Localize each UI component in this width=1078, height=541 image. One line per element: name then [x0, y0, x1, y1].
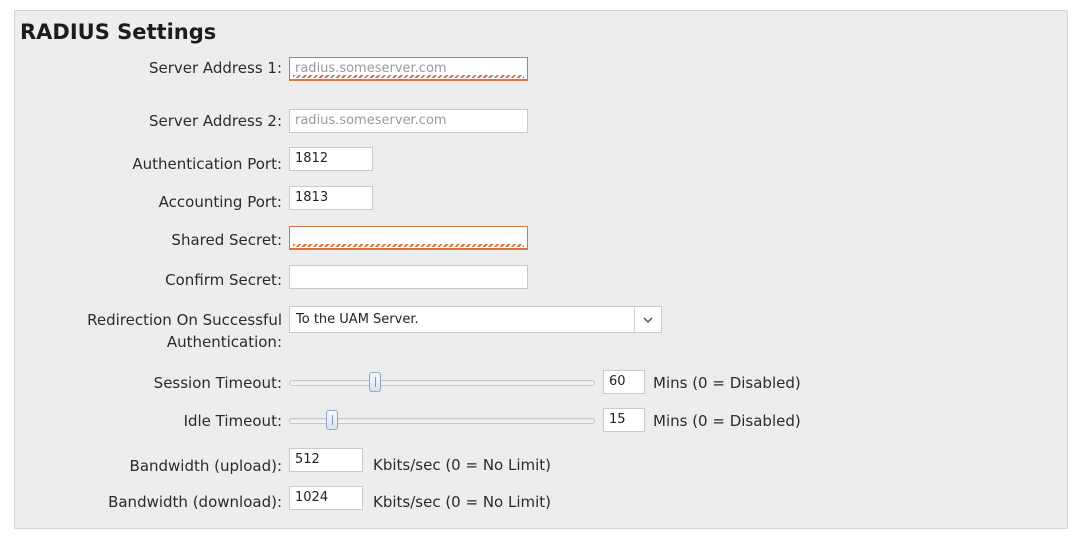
- session-timeout-unit: Mins (0 = Disabled): [653, 374, 801, 392]
- bandwidth-download-label: Bandwidth (download):: [108, 493, 282, 511]
- confirm-secret-label: Confirm Secret:: [165, 271, 282, 289]
- redirection-label-line2: Authentication:: [166, 333, 282, 351]
- session-timeout-slider-track[interactable]: [289, 380, 595, 386]
- bandwidth-upload-label: Bandwidth (upload):: [129, 457, 282, 475]
- redirection-label: Redirection On Successful Authentication…: [22, 309, 282, 353]
- authentication-port-input[interactable]: 1812: [289, 147, 373, 171]
- redirection-selected-value: To the UAM Server.: [296, 312, 419, 327]
- redirection-label-line1: Redirection On Successful: [87, 311, 282, 329]
- accounting-port-input[interactable]: 1813: [289, 186, 373, 210]
- session-timeout-label: Session Timeout:: [153, 374, 282, 392]
- session-timeout-input[interactable]: 60: [603, 370, 645, 394]
- confirm-secret-input[interactable]: [289, 265, 528, 289]
- section-title: RADIUS Settings: [20, 20, 217, 44]
- redirection-select[interactable]: To the UAM Server.: [289, 306, 662, 333]
- accounting-port-label: Accounting Port:: [158, 193, 282, 211]
- shared-secret-label: Shared Secret:: [171, 231, 282, 249]
- server-address-1-input[interactable]: radius.someserver.com: [289, 57, 528, 81]
- idle-timeout-input[interactable]: 15: [603, 408, 645, 432]
- bandwidth-upload-unit: Kbits/sec (0 = No Limit): [373, 456, 552, 474]
- idle-timeout-label: Idle Timeout:: [183, 412, 282, 430]
- server-address-2-input[interactable]: radius.someserver.com: [289, 109, 528, 133]
- bandwidth-upload-input[interactable]: 512: [289, 448, 363, 472]
- server-address-1-label: Server Address 1:: [148, 59, 282, 77]
- chevron-down-icon[interactable]: [634, 307, 661, 332]
- session-timeout-slider-thumb[interactable]: [368, 372, 381, 392]
- server-address-2-label: Server Address 2:: [148, 112, 282, 130]
- shared-secret-input[interactable]: [289, 226, 528, 250]
- idle-timeout-unit: Mins (0 = Disabled): [653, 412, 801, 430]
- idle-timeout-slider-thumb[interactable]: [325, 410, 338, 430]
- authentication-port-label: Authentication Port:: [132, 155, 282, 173]
- bandwidth-download-unit: Kbits/sec (0 = No Limit): [373, 493, 552, 511]
- bandwidth-download-input[interactable]: 1024: [289, 486, 363, 510]
